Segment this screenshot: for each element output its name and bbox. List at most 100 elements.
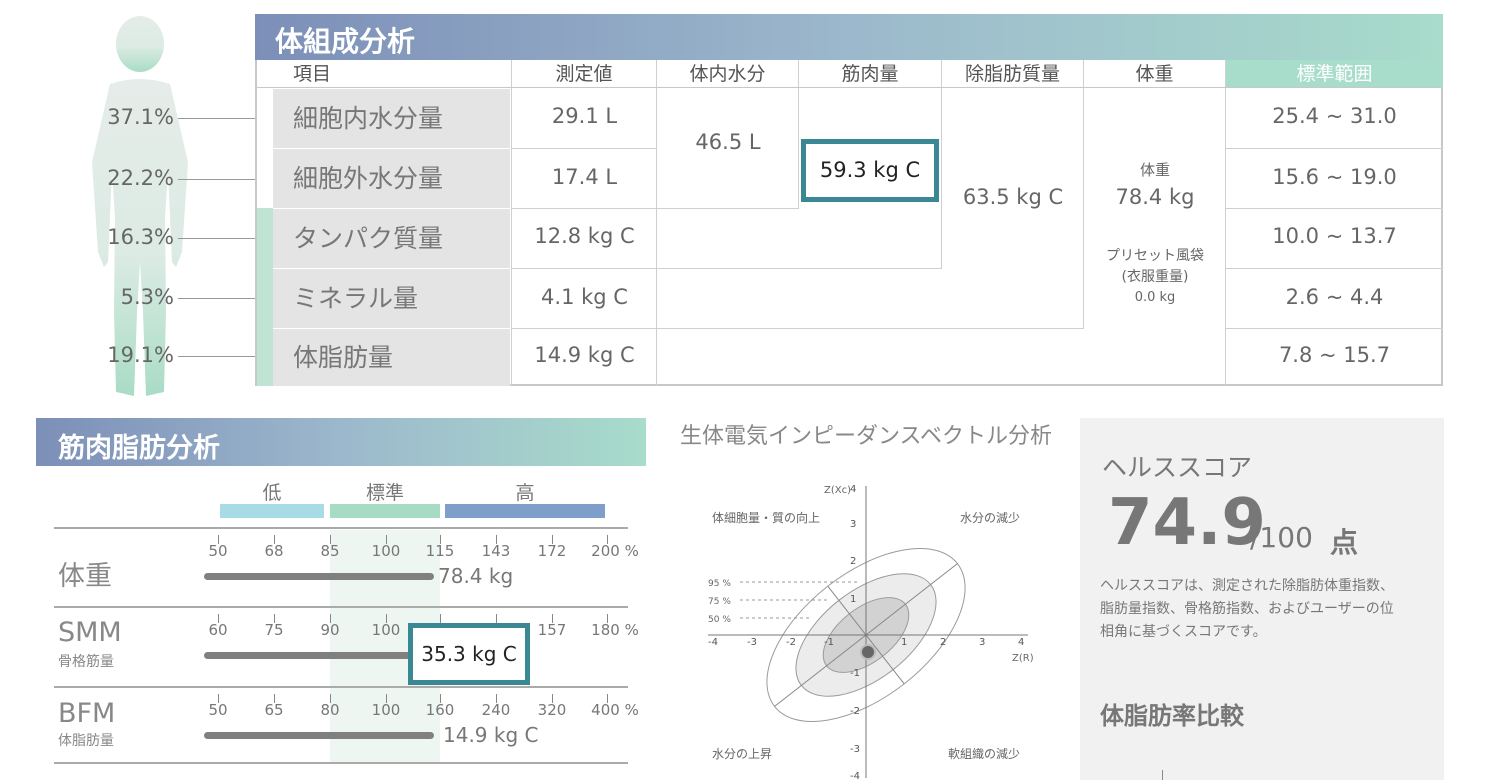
mf-tick-mark [386, 694, 387, 703]
leader-line [178, 356, 256, 357]
composition-header: 体組成分析 [255, 14, 1443, 60]
mf-tick-label: 143 [481, 542, 511, 560]
row-separator [54, 606, 628, 608]
grid-line [1225, 328, 1443, 329]
column-header-muscle: 筋肉量 [799, 60, 942, 88]
row-label-protein: タンパク質量 [273, 209, 510, 268]
total-body-water-value: 46.5 L [695, 130, 761, 154]
bis-x-tick-label: 2 [940, 637, 946, 648]
bis-ellipse-label-75: 75 % [708, 597, 731, 607]
row-label-body-fat: 体脂肪量 [273, 329, 510, 386]
column-header-measured: 測定値 [512, 60, 657, 88]
mf-tick-label: 75 [264, 621, 284, 639]
mf-tick-mark [274, 614, 275, 623]
muscle-fat-header: 筋肉脂肪分析 [36, 418, 646, 466]
preset-tare-value: 0.0 kg [1134, 290, 1176, 305]
bis-y-tick-label: -2 [850, 706, 860, 717]
mf-sublabel-smm: 骨格筋量 [58, 654, 114, 670]
percent-extracellular: 22.2% [107, 166, 174, 190]
bis-vector-chart: Z(Xc) Z(R) 体細胞量・質の向上 水分の減少 水分の上昇 軟組織の減少 … [708, 484, 1034, 780]
range-protein: 10.0 ~ 13.7 [1272, 224, 1397, 248]
row-label-extracellular-water: 細胞外水分量 [273, 149, 510, 208]
weight-bar [204, 573, 434, 580]
mf-tick-label: 100 [371, 621, 401, 639]
row-separator [54, 762, 628, 764]
band-label-high: 高 [515, 482, 535, 504]
mf-tick-label: 50 [208, 701, 228, 719]
grid-line [1225, 148, 1443, 149]
health-score-unit: 点 [1330, 526, 1359, 559]
bis-y-tick-label: 4 [850, 484, 856, 495]
mf-tick-mark [496, 694, 497, 703]
mf-tick-label: 100 [371, 542, 401, 560]
bis-x-tick-label: -1 [824, 637, 834, 648]
bis-x-tick-label: 3 [979, 637, 985, 648]
mf-tick-label: 180 % [591, 621, 639, 639]
muscle-fat-title: 筋肉脂肪分析 [58, 433, 220, 464]
mf-tick-mark [552, 535, 553, 544]
bis-y-axis-label: Z(Xc) [824, 485, 851, 496]
mf-tick-label: 160 [425, 701, 455, 719]
range-mineral: 2.6 ~ 4.4 [1285, 285, 1384, 309]
grid-line [941, 88, 942, 268]
bis-x-axis-label: Z(R) [1012, 653, 1034, 664]
mf-tick-mark [440, 535, 441, 544]
column-header-lean-mass: 除脂肪質量 [942, 60, 1084, 88]
range-body-fat: 7.8 ~ 15.7 [1278, 343, 1391, 367]
mf-tick-mark [386, 535, 387, 544]
bis-x-tick-label: 1 [901, 637, 907, 648]
smm-bar-value: 35.3 kg C [408, 623, 530, 685]
percent-mineral: 5.3% [120, 285, 174, 309]
measured-protein: 12.8 kg C [534, 224, 635, 248]
column-header-body-water: 体内水分 [657, 60, 799, 88]
preset-tare-sublabel: (衣服重量) [1121, 269, 1189, 285]
mf-tick-mark [330, 535, 331, 544]
lean-mass-value: 63.5 kg C [962, 185, 1064, 209]
mf-tick-label: 85 [320, 542, 340, 560]
mf-tick-mark [607, 614, 608, 623]
range-intracellular-water: 25.4 ~ 31.0 [1272, 104, 1397, 128]
mf-tick-label: 400 % [591, 701, 639, 719]
mf-tick-mark [552, 694, 553, 703]
mf-tick-mark [274, 535, 275, 544]
mf-tick-label: 157 [537, 621, 567, 639]
mf-tick-mark [274, 694, 275, 703]
leader-line [178, 118, 256, 119]
column-header-weight: 体重 [1084, 60, 1226, 88]
mf-tick-label: 90 [320, 621, 340, 639]
bis-title: 生体電気インピーダンスベクトル分析 [680, 424, 1053, 449]
health-score-title: ヘルススコア [1102, 453, 1253, 482]
grid-line [511, 148, 656, 149]
leader-line [178, 298, 256, 299]
band-standard [330, 504, 440, 518]
weight-bar-value: 78.4 kg [438, 564, 514, 588]
mf-tick-label: 320 [537, 701, 567, 719]
mf-tick-mark [218, 535, 219, 544]
percent-protein: 16.3% [107, 225, 174, 249]
muscle-mass-value: 59.3 kg C [801, 139, 939, 202]
bis-quadrant-top-left: 体細胞量・質の向上 [712, 510, 820, 525]
mf-tick-label: 80 [320, 701, 340, 719]
measured-extracellular-water: 17.4 L [551, 165, 618, 189]
health-score-panel: ヘルススコア 74.9 /100 点 ヘルススコアは、測定された除脂肪体重指数、… [1080, 418, 1444, 780]
grid-line [511, 268, 942, 269]
bis-y-tick-label: -3 [850, 744, 860, 755]
weight-label: 体重 [1139, 161, 1170, 179]
bis-y-tick-label: 3 [850, 519, 856, 530]
body-fat-compare-title: 体脂肪率比較 [1100, 702, 1244, 730]
bfm-bar-value: 14.9 kg C [443, 723, 539, 747]
leader-line [178, 238, 256, 239]
mf-tick-label: 172 [537, 542, 567, 560]
bis-x-tick-label: -4 [708, 637, 718, 648]
bis-quadrant-bottom-left: 水分の上昇 [712, 747, 772, 761]
column-header-item: 項目 [257, 60, 512, 88]
row-label-intracellular-water: 細胞内水分量 [273, 89, 510, 148]
mf-tick-mark [440, 694, 441, 703]
row-separator [54, 527, 628, 529]
grid-line [511, 208, 799, 209]
bis-x-tick-label: 4 [1018, 637, 1024, 648]
band-low [220, 504, 324, 518]
composition-table: 項目 測定値 体内水分 筋肉量 除脂肪質量 体重 標準範囲 細胞内水分量 細胞外… [255, 60, 1443, 386]
mf-tick-label: 240 [481, 701, 511, 719]
mf-sublabel-bfm: 体脂肪量 [58, 733, 114, 749]
